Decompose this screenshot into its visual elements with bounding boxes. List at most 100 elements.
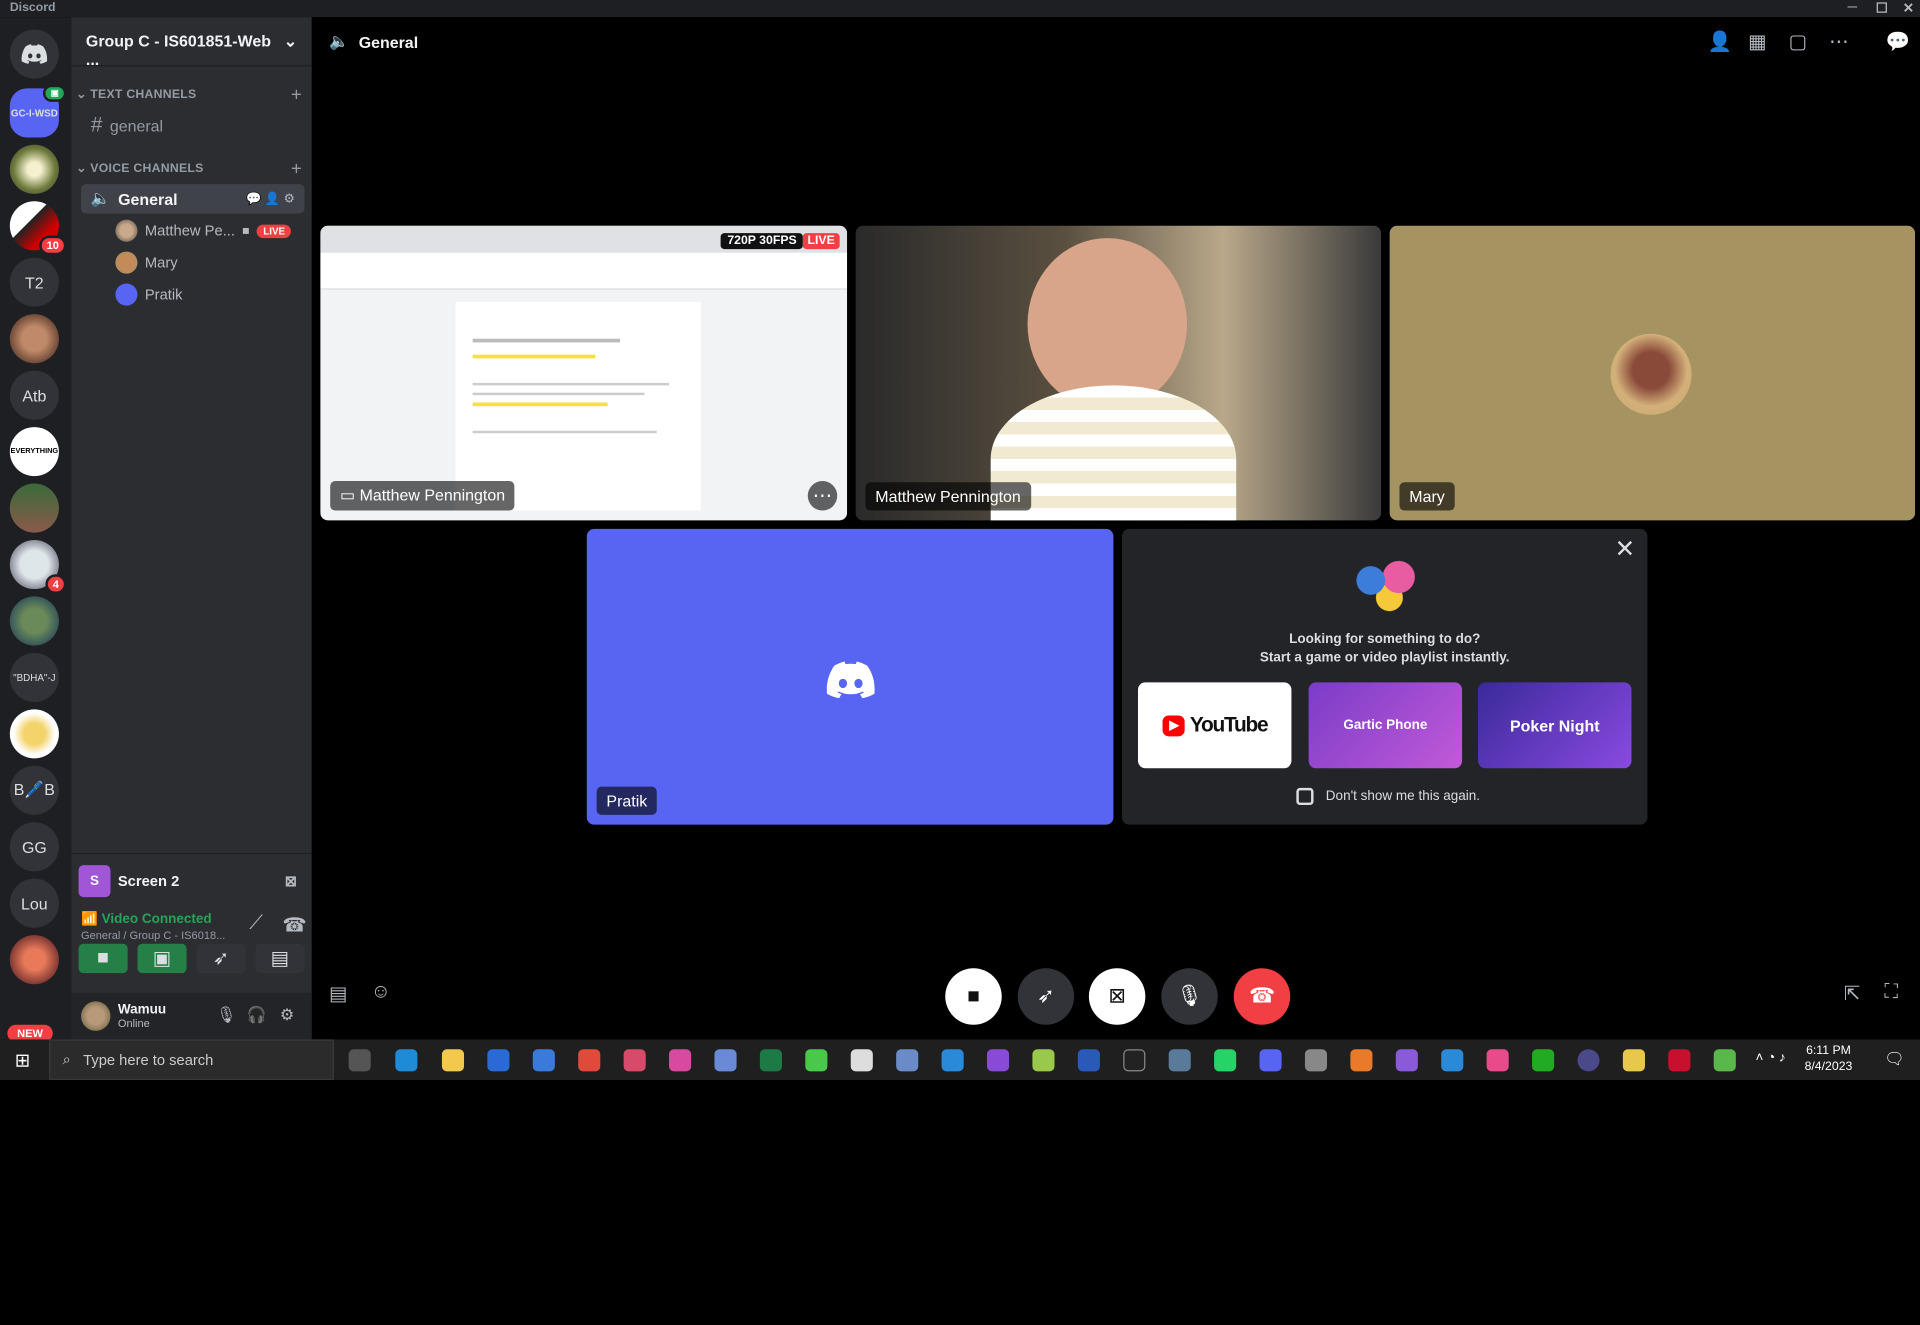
add-channel-icon[interactable]: + (291, 85, 302, 106)
more-icon[interactable]: ⋯ (807, 481, 838, 511)
discord-icon[interactable] (1259, 1049, 1282, 1072)
headphones-icon[interactable]: 🎧 (247, 1005, 267, 1025)
popout-icon[interactable]: ▢ (1789, 29, 1808, 54)
server-everything[interactable]: EVERYTHING (9, 427, 59, 477)
taskbar-search[interactable]: ⌕ Type here to search (49, 1039, 334, 1080)
edge-icon[interactable] (395, 1049, 418, 1072)
activity-button[interactable]: ➶ (196, 943, 246, 974)
app-icon[interactable] (805, 1049, 828, 1072)
excel-icon[interactable] (759, 1049, 782, 1072)
app-icon[interactable] (1032, 1049, 1055, 1072)
server-bdha[interactable]: "BDHA"-J (9, 652, 59, 702)
app-icon[interactable] (714, 1049, 737, 1072)
camera-toggle-button[interactable]: ■ (945, 968, 1002, 1025)
soundboard-icon[interactable]: ▤ (329, 982, 348, 1007)
pycharm-icon[interactable] (1532, 1049, 1555, 1072)
mail-icon[interactable] (532, 1049, 555, 1072)
dont-show-checkbox[interactable] (1296, 787, 1314, 806)
stop-share-icon[interactable]: ⊠ (285, 872, 297, 889)
disconnect-icon[interactable]: ☎ (282, 913, 306, 938)
app-icon[interactable] (896, 1049, 919, 1072)
gartic-phone-activity[interactable]: Gartic Phone (1308, 682, 1463, 769)
member-matthew[interactable]: Matthew Pe... ■ LIVE (115, 217, 299, 244)
disconnect-button[interactable]: ☎ (1233, 968, 1291, 1025)
tile-camera[interactable]: Matthew Pennington (855, 225, 1382, 521)
tile-screen-share[interactable]: 720P 30FPS LIVE ▭ Matthew Pennington ⋯ (320, 225, 848, 521)
windows-start-icon[interactable]: ⊞ (15, 1049, 30, 1071)
add-channel-icon[interactable]: + (291, 158, 302, 179)
app-icon[interactable] (1441, 1049, 1464, 1072)
screen-button[interactable]: ▣ (137, 943, 187, 974)
emoji-icon[interactable]: ☺ (371, 982, 391, 1004)
chat-icon[interactable]: 💬 (1886, 29, 1910, 54)
app-icon[interactable] (1350, 1049, 1373, 1072)
app-icon[interactable] (1622, 1049, 1645, 1072)
more-icon[interactable]: ⋯ (1829, 29, 1849, 54)
activity-button[interactable]: ➶ (1017, 968, 1075, 1025)
notifications-icon[interactable]: 🗨 (1884, 1049, 1904, 1069)
text-channels-category[interactable]: ⌄ TEXT CHANNELS + (76, 85, 302, 106)
channel-general-text[interactable]: # general (81, 110, 304, 139)
noise-suppression-icon[interactable]: ⟋ (249, 913, 263, 935)
chrome-icon[interactable] (578, 1049, 601, 1072)
voice-location[interactable]: General / Group C - IS6018... (81, 929, 302, 941)
slack-icon[interactable] (1486, 1049, 1509, 1072)
channel-actions-icons[interactable]: 💬 👤 ⚙ (246, 192, 294, 205)
minimize-icon[interactable]: ─ (1848, 0, 1858, 15)
add-member-icon[interactable]: 👤 (1708, 29, 1732, 54)
tile-pratik[interactable]: Pratik (586, 528, 1114, 825)
maximize-icon[interactable]: ☐ (1876, 0, 1888, 16)
server-gc-i-wsd[interactable]: GC-I-WSD ▣ (9, 84, 67, 138)
close-icon[interactable]: ✕ (1615, 534, 1636, 565)
task-view-icon[interactable] (348, 1049, 371, 1072)
server-anime[interactable]: 10 (9, 201, 67, 256)
file-explorer-icon[interactable] (441, 1049, 465, 1072)
home-button[interactable] (9, 29, 59, 79)
whatsapp-icon[interactable] (1214, 1049, 1237, 1072)
app-icon[interactable] (1395, 1049, 1418, 1072)
tile-mary[interactable]: Mary (1389, 225, 1916, 521)
server-trees[interactable] (9, 483, 59, 533)
close-window-icon[interactable]: ✕ (1903, 0, 1914, 16)
clock[interactable]: 6:11 PM 8/4/2023 (1805, 1043, 1853, 1075)
youtube-activity[interactable]: ▶ YouTube (1137, 682, 1292, 769)
avatar[interactable] (81, 1001, 111, 1031)
app-icon[interactable] (1168, 1049, 1191, 1072)
app-icon[interactable] (669, 1049, 692, 1072)
server-banana[interactable] (9, 709, 59, 759)
guild-header[interactable]: Group C - IS601851-Web ... ⌄ (71, 17, 312, 69)
stop-screen-share-button[interactable]: ⊠ (1088, 968, 1146, 1025)
layout-icon[interactable]: ▦ (1748, 29, 1767, 54)
notepad-icon[interactable] (850, 1049, 873, 1072)
settings-icon[interactable] (1304, 1049, 1328, 1072)
channel-general-voice[interactable]: 🔈 General 💬 👤 ⚙ (81, 184, 305, 214)
vscode-icon[interactable] (941, 1049, 964, 1072)
member-mary[interactable]: Mary (115, 249, 299, 276)
server-art[interactable] (9, 935, 59, 985)
poker-night-activity[interactable]: Poker Night (1478, 682, 1632, 769)
server-bb[interactable]: B🖊️B (9, 765, 59, 815)
voice-channels-category[interactable]: ⌄ VOICE CHANNELS + (76, 158, 302, 179)
terminal-icon[interactable] (1123, 1049, 1146, 1072)
app-icon[interactable] (1713, 1049, 1736, 1072)
server-lou[interactable]: Lou (9, 878, 59, 928)
member-pratik[interactable]: Pratik (115, 281, 299, 308)
mcafee-icon[interactable] (1668, 1049, 1691, 1072)
camera-button[interactable]: ■ (78, 943, 128, 974)
tray-icons[interactable]: ˄ ◔ ♪ (1755, 1050, 1785, 1065)
app-icon[interactable] (1577, 1049, 1600, 1072)
server-flower[interactable] (9, 144, 59, 194)
settings-icon[interactable]: ⚙ (280, 1005, 294, 1025)
microphone-icon[interactable]: 🎙 (216, 1005, 236, 1025)
popout-icon[interactable]: ⇱ (1844, 982, 1860, 1007)
server-avatar[interactable] (9, 596, 59, 646)
fullscreen-icon[interactable]: ⛶ (1884, 982, 1898, 1004)
soundboard-button[interactable]: ▤ (255, 943, 305, 974)
word-icon[interactable] (1077, 1049, 1100, 1072)
server-t2[interactable]: T2 (9, 257, 59, 307)
microphone-button[interactable]: 🎙 (1161, 968, 1218, 1025)
server-face[interactable] (9, 314, 59, 364)
server-robot[interactable]: 4 (9, 539, 67, 594)
dont-show-row[interactable]: Don't show me this again. (1296, 787, 1480, 806)
chrome-profile-icon[interactable] (623, 1049, 646, 1072)
